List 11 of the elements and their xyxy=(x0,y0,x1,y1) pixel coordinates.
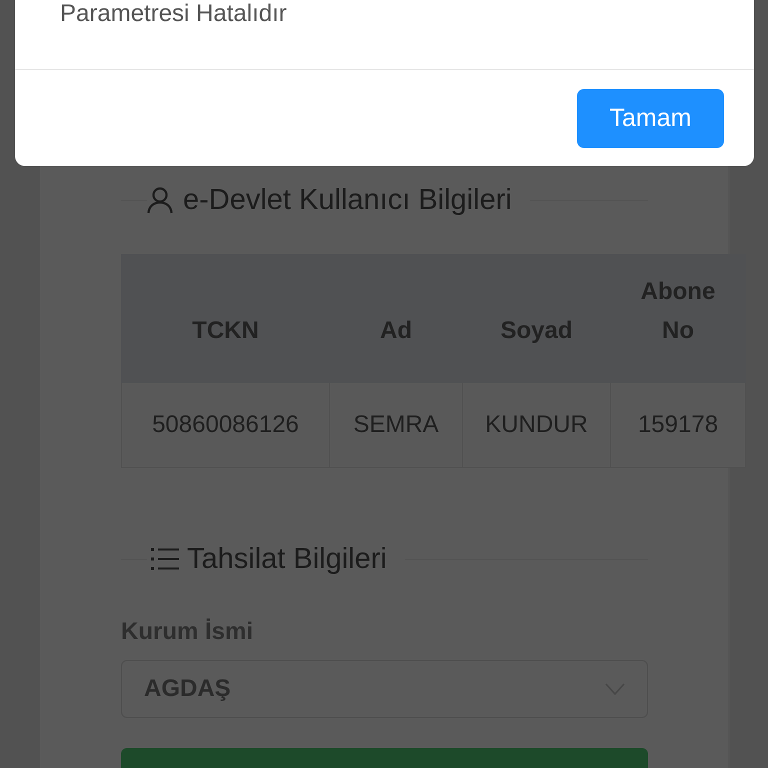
table-cell: 159178 xyxy=(610,382,746,468)
person-icon xyxy=(147,186,173,214)
action-button[interactable] xyxy=(121,748,648,768)
dialog-message: Parametresi Hatalıdır xyxy=(60,0,287,28)
table-cell: SEMRA xyxy=(330,382,462,468)
section-title: e-Devlet Kullanıcı Bilgileri xyxy=(183,183,512,218)
section-title: Tahsilat Bilgileri xyxy=(187,542,387,577)
ok-button[interactable]: Tamam xyxy=(577,89,724,148)
list-icon xyxy=(151,546,179,572)
table-cell: 50860086126 xyxy=(122,382,330,468)
table-cell: KUNDUR xyxy=(462,382,610,468)
